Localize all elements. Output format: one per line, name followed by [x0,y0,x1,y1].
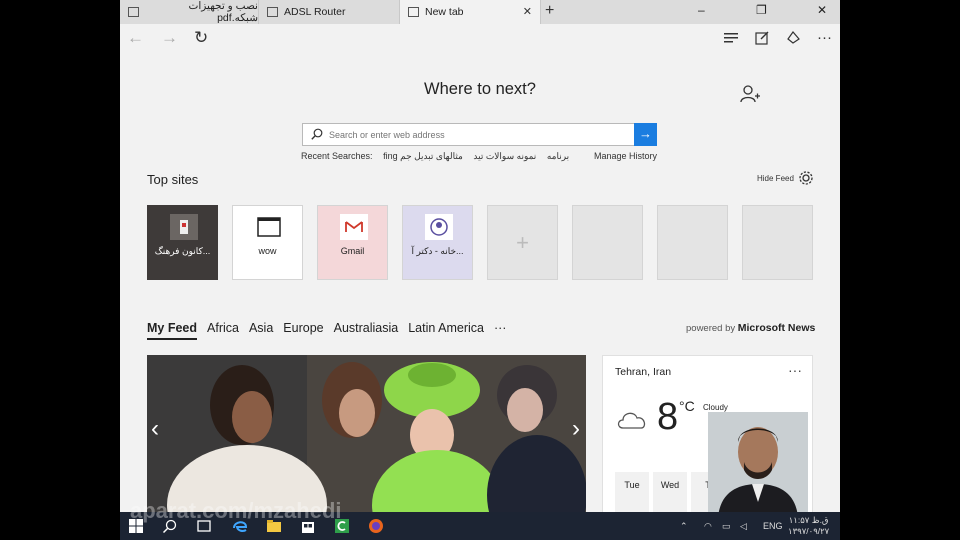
tab-label: نصب و تجهیزات شبکه.pdf [188,0,258,24]
add-person-icon[interactable] [740,84,760,104]
tab-europe[interactable]: Europe [283,321,323,340]
browser-window-icon [257,217,281,237]
refresh-button[interactable]: ↻ [194,28,208,48]
empty-site-tile[interactable] [657,205,728,280]
search-icon [311,128,323,140]
tab-africa[interactable]: Africa [207,321,239,340]
tab-latin-america[interactable]: Latin America [408,321,484,340]
close-window-button[interactable]: ✕ [817,3,827,17]
empty-site-tile[interactable] [742,205,813,280]
gear-icon[interactable] [798,170,814,186]
watermark-text: aparat.com/mzahedi [130,498,342,523]
language-indicator[interactable]: ENG [763,521,783,531]
forecast-day[interactable]: Wed [653,472,687,516]
page-icon [408,7,419,17]
site-logo-icon [425,214,453,240]
powered-by-brand: Microsoft News [737,322,816,334]
page-title: Where to next? [424,80,536,98]
battery-icon[interactable]: ▭ [722,521,731,532]
cloudy-icon [617,412,646,429]
tab-pdf[interactable]: نصب و تجهیزات شبکه.pdf [120,0,259,24]
tab-adsl-router[interactable]: ADSL Router [259,0,400,24]
clock-time: ۱۱:۵۷ ق.ظ [788,515,829,525]
clock-date: ۱۳۹۷/۰۹/۲۷ [788,526,830,536]
tab-my-feed[interactable]: My Feed [147,321,198,340]
system-clock[interactable]: ۱۱:۵۷ ق.ظ ۱۳۹۷/۰۹/۲۷ [788,515,829,537]
feed-tabs: My Feed Africa Asia Europe Australiasia … [147,321,516,340]
powered-by-prefix: powered by [686,323,736,334]
forecast-day-label: Wed [660,480,680,490]
hide-feed-link[interactable]: Hide Feed [757,174,794,183]
forward-button[interactable]: → [161,28,178,48]
news-photo [147,355,586,515]
tab-label: ADSL Router [284,6,346,18]
new-tab-button[interactable]: + [545,2,554,20]
document-icon [267,7,278,17]
forecast-day[interactable]: Tue [615,472,649,516]
letterbox-right [840,0,960,540]
volume-icon[interactable]: ◁ [740,521,747,532]
top-site-tile[interactable]: کانون فرهنگ... [147,205,218,280]
minimize-button[interactable]: – [698,3,705,17]
top-site-tile[interactable]: wow [232,205,303,280]
tile-label: کانون فرهنگ... [154,246,211,256]
letterbox-left [0,0,120,540]
web-note-icon[interactable] [755,30,770,45]
previous-story-icon[interactable]: ‹ [151,415,159,443]
tab-australiasia[interactable]: Australiasia [334,321,399,340]
back-button[interactable]: ← [127,28,144,48]
presenter-photo [708,412,808,518]
presenter-image [708,412,808,518]
forecast-day-label: Tue [624,480,640,490]
next-story-icon[interactable]: › [572,415,580,443]
recent-search-item[interactable]: نمونه سوالات تید [473,151,536,161]
firefox-icon[interactable] [368,518,384,534]
weather-more-button[interactable]: ··· [788,362,802,378]
search-box: → [302,123,657,146]
plus-icon: + [516,230,529,255]
document-icon [128,7,139,17]
top-sites-title: Top sites [147,172,199,187]
hub-icon[interactable] [724,32,740,44]
more-button[interactable]: ··· [817,29,832,46]
show-hidden-icons-icon[interactable]: ⌃ [680,521,688,532]
recent-search-item[interactable]: مثالهای تبدیل جم [400,151,463,161]
weather-condition: Cloudy [703,403,728,412]
weather-location[interactable]: Tehran, Iran [615,366,671,378]
weather-temperature: 8 [657,396,679,438]
search-go-button[interactable]: → [634,123,657,146]
toolbar: ← → ↻ ··· [120,24,840,54]
tab-new-tab[interactable]: New tab ✕ [400,0,541,24]
tile-label: خانه - دکتر آ... [411,246,464,256]
more-categories-button[interactable]: ··· [494,321,507,340]
weather-unit: °C [679,398,695,414]
close-tab-icon[interactable]: ✕ [523,5,532,18]
browser-window: نصب و تجهیزات شبکه.pdf ADSL Router New t… [120,0,840,540]
network-icon[interactable]: ◠ [704,521,712,532]
gmail-icon [340,214,368,240]
recent-searches: Recent Searches: fing برنامه نمونه سوالا… [301,151,577,162]
add-site-tile[interactable]: + [487,205,558,280]
empty-site-tile[interactable] [572,205,643,280]
news-hero-image[interactable]: ‹ › [147,355,586,515]
restore-button[interactable]: ❐ [756,3,767,17]
manage-history-link[interactable]: Manage History [594,151,657,161]
tile-label: wow [258,246,277,256]
search-input[interactable] [329,127,629,142]
share-icon[interactable] [786,30,801,45]
top-site-tile[interactable]: Gmail [317,205,388,280]
tab-label: New tab [425,6,464,18]
tab-strip: نصب و تجهیزات شبکه.pdf ADSL Router New t… [120,0,840,24]
top-site-tile[interactable]: خانه - دکتر آ... [402,205,473,280]
tile-label: Gmail [340,246,365,256]
site-logo-icon [170,214,198,240]
powered-by: powered by Microsoft News [686,322,815,334]
tab-asia[interactable]: Asia [249,321,273,340]
recent-searches-label: Recent Searches: [301,151,373,161]
